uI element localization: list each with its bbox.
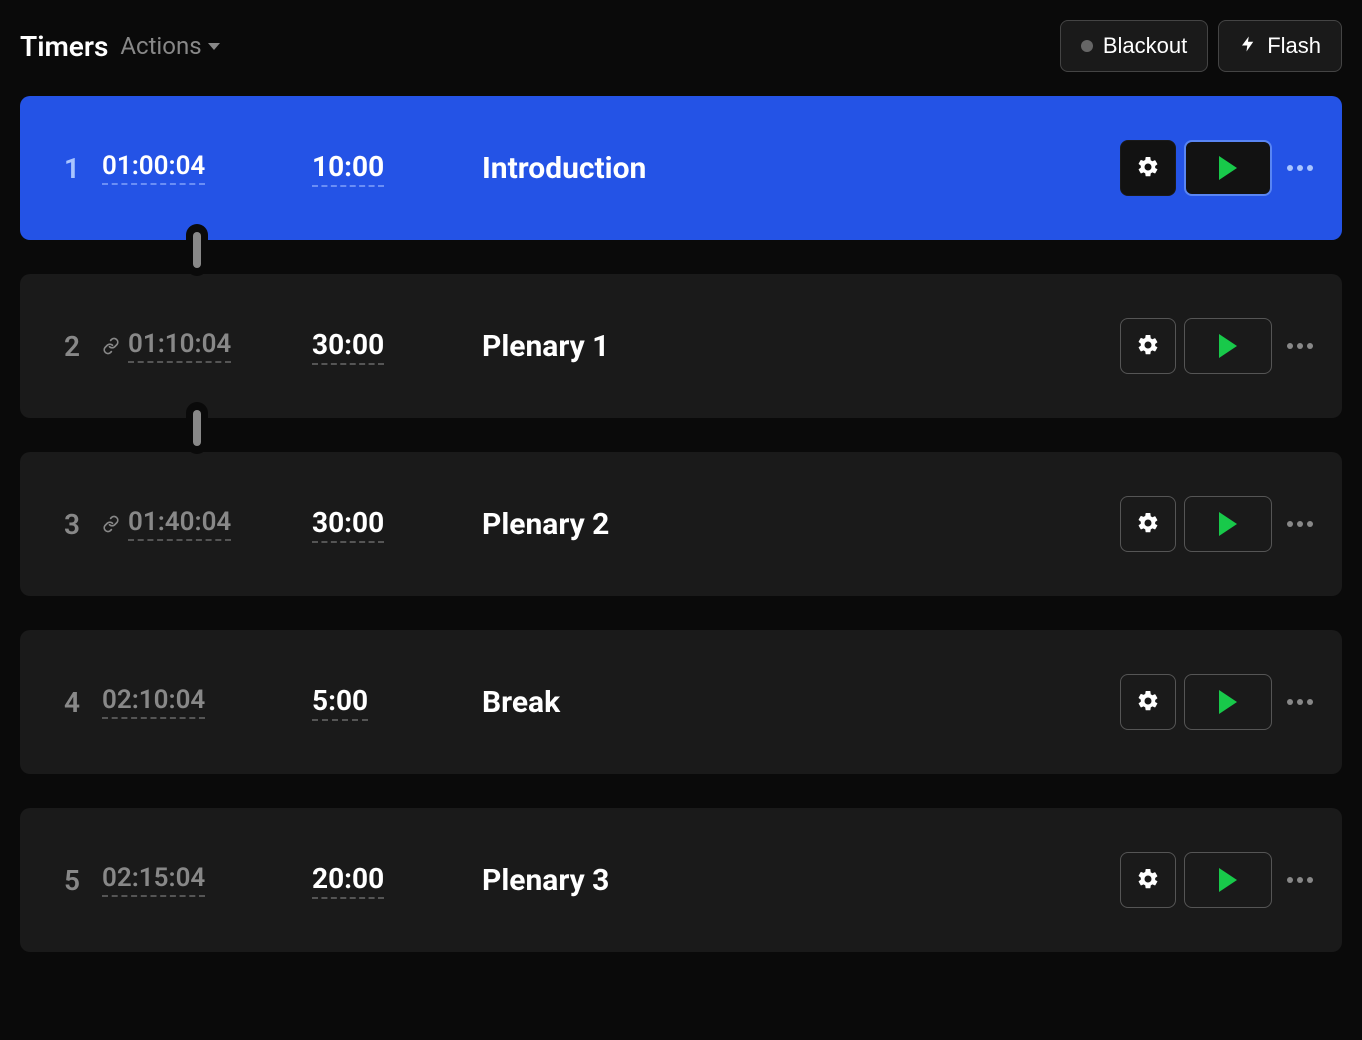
settings-button[interactable] [1120,674,1176,730]
timer-name[interactable]: Introduction [482,151,1120,186]
flash-button[interactable]: Flash [1218,20,1342,72]
page-title: Timers [20,30,108,63]
link-connector[interactable] [186,402,208,454]
more-button[interactable] [1280,140,1320,196]
timer-start-time[interactable]: 02:10:04 [102,685,312,719]
play-button[interactable] [1184,496,1272,552]
more-icon [1287,343,1313,349]
timer-duration[interactable]: 5:00 [312,684,368,721]
start-time-value: 01:40:04 [128,507,231,541]
gear-icon [1136,511,1160,538]
row-actions [1120,852,1320,908]
row-actions [1120,674,1320,730]
more-icon [1287,521,1313,527]
play-button[interactable] [1184,140,1272,196]
play-button[interactable] [1184,674,1272,730]
gear-icon [1136,689,1160,716]
timer-duration[interactable]: 10:00 [312,150,384,187]
timer-index: 4 [42,686,102,719]
timers-list: 1 01:00:04 10:00 Introduction 2 01:10:04… [20,96,1342,986]
timer-index: 2 [42,330,102,363]
timer-index: 3 [42,508,102,541]
header: Timers Actions Blackout Flash [20,20,1342,72]
start-time-value: 02:15:04 [102,863,205,897]
settings-button[interactable] [1120,496,1176,552]
lightning-icon [1239,35,1257,58]
timer-duration[interactable]: 30:00 [312,506,384,543]
timer-row[interactable]: 1 01:00:04 10:00 Introduction [20,96,1342,240]
settings-button[interactable] [1120,140,1176,196]
play-icon [1219,868,1237,892]
more-button[interactable] [1280,496,1320,552]
timer-row[interactable]: 4 02:10:04 5:00 Break [20,630,1342,774]
timer-start-time[interactable]: 01:00:04 [102,151,312,185]
actions-dropdown[interactable]: Actions [120,32,219,60]
settings-button[interactable] [1120,852,1176,908]
timer-row[interactable]: 3 01:40:04 30:00 Plenary 2 [20,452,1342,596]
play-button[interactable] [1184,318,1272,374]
caret-down-icon [208,43,220,50]
row-actions [1120,496,1320,552]
more-button[interactable] [1280,852,1320,908]
more-button[interactable] [1280,674,1320,730]
timer-row[interactable]: 2 01:10:04 30:00 Plenary 1 [20,274,1342,418]
link-icon [102,515,120,533]
timer-name[interactable]: Break [482,685,1120,720]
timer-row[interactable]: 5 02:15:04 20:00 Plenary 3 [20,808,1342,952]
timer-duration[interactable]: 30:00 [312,328,384,365]
header-right: Blackout Flash [1060,20,1342,72]
dot-icon [1081,40,1093,52]
more-button[interactable] [1280,318,1320,374]
timer-index: 1 [42,152,102,185]
header-left: Timers Actions [20,30,220,63]
play-icon [1219,156,1237,180]
start-time-value: 01:10:04 [128,329,231,363]
row-actions [1120,140,1320,196]
timer-duration[interactable]: 20:00 [312,862,384,899]
timer-name[interactable]: Plenary 1 [482,329,1120,364]
actions-label: Actions [120,32,201,60]
timer-name[interactable]: Plenary 3 [482,863,1120,898]
timer-start-time[interactable]: 01:10:04 [102,329,312,363]
timer-index: 5 [42,864,102,897]
blackout-label: Blackout [1103,33,1187,59]
play-button[interactable] [1184,852,1272,908]
play-icon [1219,334,1237,358]
more-icon [1287,165,1313,171]
gear-icon [1136,155,1160,182]
gear-icon [1136,333,1160,360]
start-time-value: 02:10:04 [102,685,205,719]
timer-name[interactable]: Plenary 2 [482,507,1120,542]
settings-button[interactable] [1120,318,1176,374]
more-icon [1287,877,1313,883]
play-icon [1219,690,1237,714]
timer-start-time[interactable]: 02:15:04 [102,863,312,897]
row-actions [1120,318,1320,374]
gear-icon [1136,867,1160,894]
link-connector[interactable] [186,224,208,276]
more-icon [1287,699,1313,705]
link-icon [102,337,120,355]
timer-start-time[interactable]: 01:40:04 [102,507,312,541]
flash-label: Flash [1267,33,1321,59]
blackout-button[interactable]: Blackout [1060,20,1208,72]
start-time-value: 01:00:04 [102,151,205,185]
play-icon [1219,512,1237,536]
